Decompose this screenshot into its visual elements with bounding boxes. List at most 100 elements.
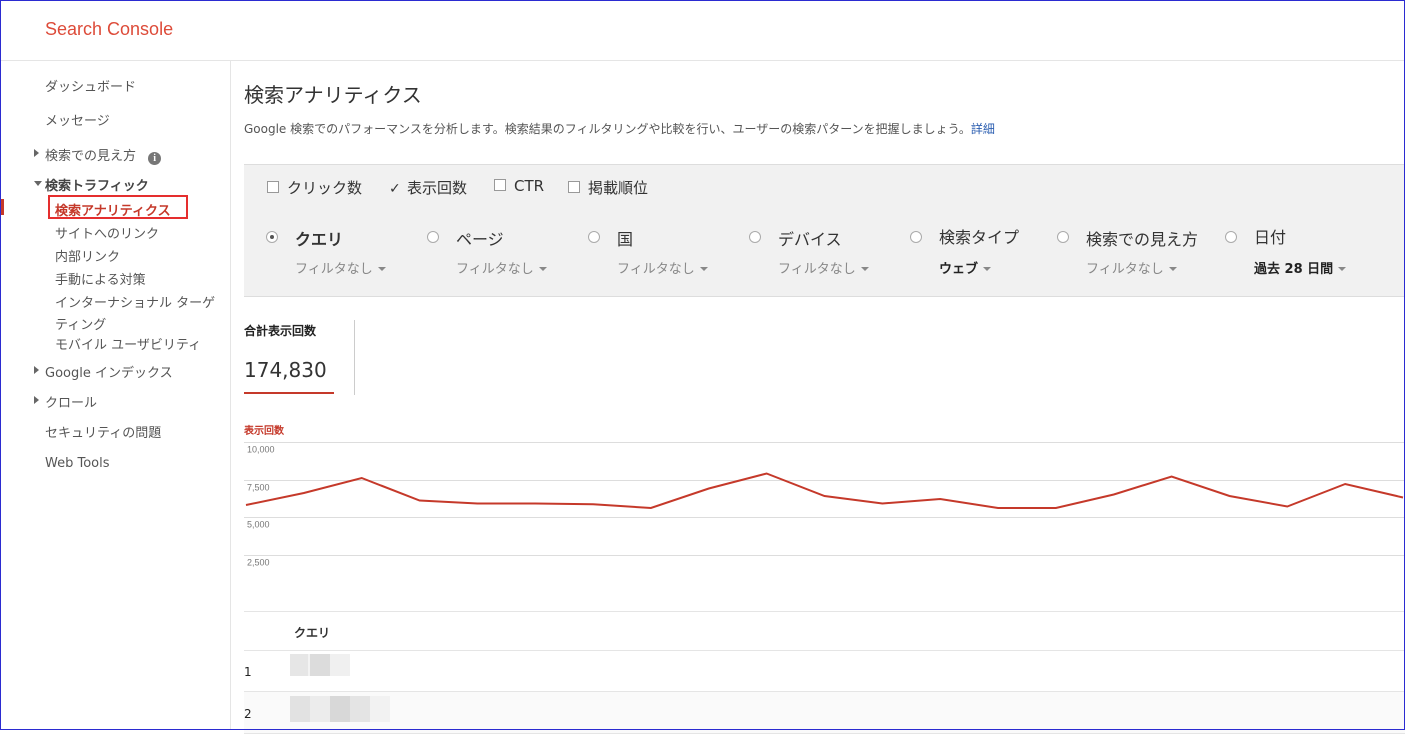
- checkbox-icon: [267, 181, 279, 193]
- caret-down-icon: [983, 267, 991, 271]
- sidebar-item-label: Google インデックス: [45, 366, 173, 381]
- collapse-icon: [34, 181, 42, 186]
- dimension-label: ページ: [456, 226, 504, 250]
- dimension-label: 検索での見え方: [1086, 226, 1198, 250]
- metric-label: 表示回数: [407, 179, 467, 197]
- filter-dropdown[interactable]: フィルタなし: [295, 258, 386, 277]
- metrics-bar: クリック数 ✓ 表示回数 CTR 掲載順位: [244, 164, 1405, 211]
- impressions-chart: 10,000 7,500 5,000 2,500: [244, 440, 1405, 592]
- top-header: Search Console: [0, 0, 1405, 61]
- total-underline: [244, 392, 334, 394]
- impressions-series-line: [246, 474, 1403, 509]
- details-link[interactable]: 詳細: [971, 122, 995, 136]
- filter-label: ウェブ: [939, 262, 978, 277]
- metric-ctr-checkbox[interactable]: CTR: [494, 177, 544, 195]
- sidebar-item-label: ティング: [55, 314, 215, 333]
- table-row[interactable]: 1: [244, 650, 1405, 692]
- sidebar-item-label: 検索での見え方: [45, 149, 136, 164]
- y-tick-label: 7,500: [247, 483, 270, 493]
- row-rank: 1: [244, 665, 252, 679]
- sidebar-item-mobile-usability[interactable]: モバイル ユーザビリティ: [55, 334, 201, 353]
- info-icon[interactable]: i: [148, 152, 161, 165]
- dimension-label: デバイス: [778, 226, 842, 250]
- filter-label: フィルタなし: [1086, 262, 1164, 277]
- dimension-label: 国: [617, 226, 633, 250]
- filter-label: フィルタなし: [295, 262, 373, 277]
- radio-icon[interactable]: [910, 231, 922, 243]
- sidebar-item-label: インターナショナル ターゲ: [55, 292, 215, 311]
- redacted-query: [290, 654, 410, 676]
- caret-down-icon: [1169, 267, 1177, 271]
- sidebar-item-search-appearance[interactable]: 検索での見え方 i: [45, 145, 161, 165]
- metric-clicks-checkbox[interactable]: クリック数: [267, 177, 362, 198]
- sidebar-item-label: 検索トラフィック: [45, 179, 149, 194]
- filter-dropdown[interactable]: ウェブ: [939, 258, 991, 277]
- filter-dropdown[interactable]: フィルタなし: [1086, 258, 1177, 277]
- radio-icon[interactable]: [1225, 231, 1237, 243]
- active-indicator: [0, 199, 4, 215]
- sidebar-item-international-targeting[interactable]: インターナショナル ターゲ ティング: [55, 292, 215, 333]
- sidebar-item-manual-actions[interactable]: 手動による対策: [55, 269, 146, 288]
- filter-dropdown[interactable]: フィルタなし: [456, 258, 547, 277]
- caret-down-icon: [861, 267, 869, 271]
- radio-icon[interactable]: [1057, 231, 1069, 243]
- filter-label: フィルタなし: [617, 262, 695, 277]
- caret-down-icon: [378, 267, 386, 271]
- sidebar-item-search-traffic[interactable]: 検索トラフィック: [45, 175, 149, 194]
- radio-icon[interactable]: [749, 231, 761, 243]
- y-tick-label: 2,500: [247, 558, 270, 568]
- dimensions-bar: クエリ フィルタなし ページ フィルタなし 国 フィルタなし デバイス フィルタ…: [244, 210, 1405, 297]
- expand-icon: [34, 149, 39, 157]
- sidebar-item-search-analytics[interactable]: 検索アナリティクス: [55, 200, 171, 219]
- table-row[interactable]: 2: [244, 692, 1405, 734]
- dimension-label: 日付: [1254, 224, 1286, 248]
- metric-impressions-checkbox[interactable]: ✓ 表示回数: [389, 177, 467, 198]
- checkbox-icon: [494, 179, 506, 191]
- sidebar-item-label: クロール: [45, 396, 97, 411]
- sidebar-item-dashboard[interactable]: ダッシュボード: [45, 76, 136, 95]
- sidebar-item-internal-links[interactable]: 内部リンク: [55, 246, 120, 265]
- caret-down-icon: [539, 267, 547, 271]
- dimension-label: クエリ: [295, 226, 343, 250]
- y-tick-label: 5,000: [247, 520, 270, 530]
- table-header: クエリ: [244, 611, 1405, 651]
- column-header-query[interactable]: クエリ: [294, 624, 330, 641]
- sidebar-item-crawl[interactable]: クロール: [45, 392, 97, 411]
- metric-label: クリック数: [287, 179, 362, 197]
- expand-icon: [34, 366, 39, 374]
- checkbox-icon: [568, 181, 580, 193]
- page-description: Google 検索でのパフォーマンスを分析します。検索結果のフィルタリングや比較…: [244, 120, 995, 137]
- y-tick-label: 10,000: [247, 445, 275, 455]
- filter-label: 過去 28 日間: [1254, 262, 1333, 277]
- sidebar-item-messages[interactable]: メッセージ: [45, 110, 110, 129]
- filter-dropdown[interactable]: 過去 28 日間: [1254, 258, 1346, 277]
- dimension-label: 検索タイプ: [939, 224, 1019, 248]
- metric-label: CTR: [514, 177, 544, 195]
- metric-label: 掲載順位: [588, 179, 648, 197]
- app-logo[interactable]: Search Console: [45, 19, 173, 40]
- caret-down-icon: [700, 267, 708, 271]
- filter-label: フィルタなし: [778, 262, 856, 277]
- caret-down-icon: [1338, 267, 1346, 271]
- checkmark-icon: ✓: [389, 181, 401, 197]
- total-divider: [354, 320, 355, 395]
- sidebar-item-links-to-site[interactable]: サイトへのリンク: [55, 223, 159, 242]
- metric-position-checkbox[interactable]: 掲載順位: [568, 177, 648, 198]
- radio-icon[interactable]: [588, 231, 600, 243]
- radio-icon[interactable]: [427, 231, 439, 243]
- sidebar-item-security-issues[interactable]: セキュリティの問題: [45, 422, 161, 441]
- page-title: 検索アナリティクス: [244, 79, 422, 108]
- row-rank: 2: [244, 707, 252, 721]
- total-impressions-label: 合計表示回数: [244, 322, 316, 339]
- filter-dropdown[interactable]: フィルタなし: [778, 258, 869, 277]
- radio-selected-icon[interactable]: [266, 231, 278, 243]
- chart-series-label: 表示回数: [244, 422, 284, 437]
- sidebar-item-web-tools[interactable]: Web Tools: [45, 456, 110, 471]
- total-impressions-value: 174,830: [244, 358, 327, 382]
- filter-dropdown[interactable]: フィルタなし: [617, 258, 708, 277]
- expand-icon: [34, 396, 39, 404]
- redacted-query: [290, 696, 390, 722]
- description-text: Google 検索でのパフォーマンスを分析します。検索結果のフィルタリングや比較…: [244, 122, 971, 136]
- sidebar-item-google-index[interactable]: Google インデックス: [45, 362, 173, 381]
- filter-label: フィルタなし: [456, 262, 534, 277]
